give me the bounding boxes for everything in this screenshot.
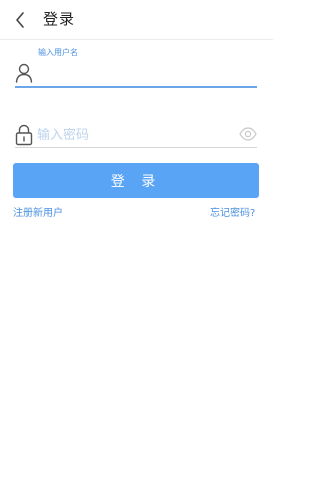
username-input[interactable] — [37, 64, 253, 84]
register-link[interactable]: 注册新用户 — [13, 208, 63, 220]
password-field[interactable] — [15, 120, 257, 150]
login-button[interactable]: 登 录 — [13, 163, 259, 198]
back-button[interactable] — [8, 8, 32, 32]
user-icon — [15, 63, 33, 83]
username-field[interactable]: 输入用户名 — [15, 48, 257, 90]
login-screen: 登录 输入用户名 登 录 注册新用户 忘记密码? — [0, 0, 273, 486]
top-bar: 登录 — [0, 0, 273, 40]
chevron-left-icon — [16, 12, 24, 28]
password-underline — [15, 147, 257, 148]
page-title: 登录 — [43, 10, 76, 28]
lock-icon — [15, 124, 33, 146]
username-label: 输入用户名 — [38, 48, 78, 57]
forgot-password-link[interactable]: 忘记密码? — [210, 208, 255, 220]
username-underline — [15, 86, 257, 88]
eye-icon[interactable] — [239, 127, 257, 141]
password-input[interactable] — [37, 125, 227, 145]
